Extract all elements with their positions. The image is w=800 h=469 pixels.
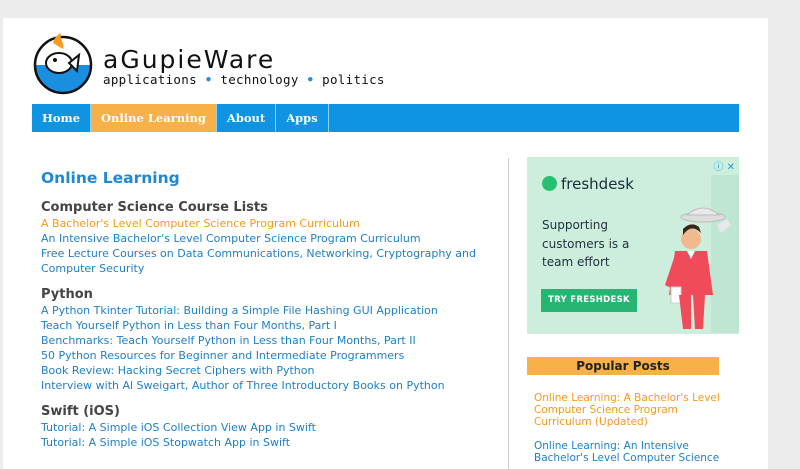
site-title[interactable]: aGupieWare [103, 46, 275, 74]
list-item: 50 Python Resources for Beginner and Int… [41, 348, 491, 363]
article-link[interactable]: Tutorial: A Simple iOS Collection View A… [41, 421, 316, 434]
article-link[interactable]: An Intensive Bachelor's Level Computer S… [41, 232, 421, 245]
ad-brand: freshdesk [561, 175, 634, 193]
list-item: Teach Yourself Python in Less than Four … [41, 318, 491, 333]
column-divider [508, 158, 509, 469]
goldfish-logo-icon[interactable] [31, 33, 95, 97]
page-title: Online Learning [41, 169, 180, 187]
list-item: Tutorial: A Simple iOS Collection View A… [41, 420, 491, 435]
headset-icon [542, 176, 557, 191]
nav-about[interactable]: About [217, 104, 277, 132]
list-item: Online Learning: An Intensive Bachelor's… [534, 440, 724, 464]
link-list: A Python Tkinter Tutorial: Building a Si… [41, 303, 491, 393]
ad-copy: Supporting customers is a team effort [542, 218, 630, 269]
article-link[interactable]: Free Lecture Courses on Data Communicati… [41, 247, 476, 275]
nav-home[interactable]: Home [32, 104, 92, 132]
nav-apps[interactable]: Apps [276, 104, 329, 132]
list-item: Free Lecture Courses on Data Communicati… [41, 246, 491, 276]
section-python: Python A Python Tkinter Tutorial: Buildi… [41, 286, 491, 393]
article-link[interactable]: Interview with Al Sweigart, Author of Th… [41, 379, 445, 392]
article-link[interactable]: 50 Python Resources for Beginner and Int… [41, 349, 404, 362]
main-nav: Home Online Learning About Apps [32, 104, 739, 132]
section-heading: Swift (iOS) [41, 404, 120, 419]
list-item: A Python Tkinter Tutorial: Building a Si… [41, 303, 491, 318]
list-item: An Intensive Bachelor's Level Computer S… [41, 231, 491, 246]
article-link[interactable]: Tutorial: A Simple iOS Stopwatch App in … [41, 436, 290, 449]
ad-choices-close-icon[interactable]: ⓘ ✕ [713, 158, 735, 173]
freshdesk-ad[interactable]: ⓘ ✕ freshdesk Supporting customers is a … [527, 157, 739, 334]
article-link[interactable]: A Python Tkinter Tutorial: Building a Si… [41, 304, 438, 317]
link-list: Tutorial: A Simple iOS Collection View A… [41, 420, 491, 450]
section-heading: Python [41, 287, 93, 302]
tagline-item: technology [220, 72, 299, 87]
article-link[interactable]: Benchmarks: Teach Yourself Python in Les… [41, 334, 416, 347]
article-link[interactable]: A Bachelor's Level Computer Science Prog… [41, 217, 360, 230]
tagline-separator: • [204, 72, 213, 87]
list-item: Interview with Al Sweigart, Author of Th… [41, 378, 491, 393]
site-tagline: applications • technology • politics [103, 72, 385, 88]
popular-posts-list: Online Learning: A Bachelor's Level Comp… [534, 392, 724, 469]
nav-online-learning[interactable]: Online Learning [91, 104, 217, 132]
section-heading: Computer Science Course Lists [41, 200, 268, 215]
list-item: Online Learning: A Bachelor's Level Comp… [534, 392, 724, 428]
tagline-item: applications [103, 72, 197, 87]
link-list: A Bachelor's Level Computer Science Prog… [41, 216, 491, 276]
popular-post-link[interactable]: Online Learning: An Intensive Bachelor's… [534, 440, 719, 464]
try-freshdesk-button[interactable]: TRY FRESHDESK [541, 289, 637, 312]
tagline-separator: • [306, 72, 315, 87]
freshdesk-logo: freshdesk [542, 175, 634, 193]
list-item: Book Review: Hacking Secret Ciphers with… [41, 363, 491, 378]
list-item: A Bachelor's Level Computer Science Prog… [41, 216, 491, 231]
list-item: Tutorial: A Simple iOS Stopwatch App in … [41, 435, 491, 450]
section-cs-course-lists: Computer Science Course Lists A Bachelor… [41, 199, 491, 276]
page: aGupieWare applications • technology • p… [3, 18, 768, 469]
popular-post-link[interactable]: Online Learning: A Bachelor's Level Comp… [534, 392, 720, 428]
list-item: Benchmarks: Teach Yourself Python in Les… [41, 333, 491, 348]
main-content: Online Learning Computer Science Course … [41, 168, 491, 460]
article-link[interactable]: Book Review: Hacking Secret Ciphers with… [41, 364, 315, 377]
tagline-item: politics [322, 72, 385, 87]
popular-posts-heading: Popular Posts [527, 357, 719, 375]
article-link[interactable]: Teach Yourself Python in Less than Four … [41, 319, 337, 332]
section-swift-ios: Swift (iOS) Tutorial: A Simple iOS Colle… [41, 403, 491, 450]
waiter-illustration-icon [665, 175, 739, 333]
